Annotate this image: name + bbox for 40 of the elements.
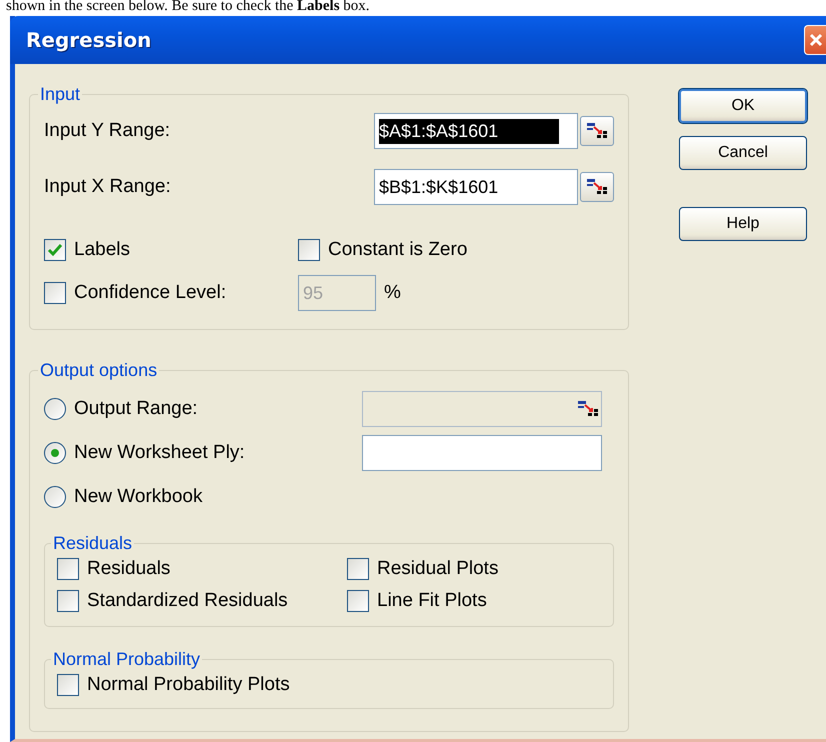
radio-button[interactable]	[44, 442, 66, 464]
window-title: Regression	[26, 28, 152, 52]
dialog-button[interactable]: OK	[679, 89, 807, 123]
field-label: Input Y Range:	[44, 120, 172, 142]
checkbox-label: Standardized Residuals	[87, 590, 288, 612]
checkbox[interactable]	[57, 558, 79, 580]
percent-label: %	[384, 282, 402, 304]
dialog-button[interactable]: Help	[679, 207, 807, 241]
group-legend: Residuals	[51, 533, 134, 554]
radio-button[interactable]	[44, 486, 66, 508]
checkbox-label: Normal Probability Plots	[87, 674, 290, 696]
radio-label: Output Range:	[74, 398, 198, 420]
range-selector-icon[interactable]	[586, 178, 608, 196]
range-field[interactable]: $A$1:$A$1601	[374, 113, 578, 149]
text-field[interactable]	[362, 435, 602, 471]
checkbox-label: Line Fit Plots	[377, 590, 487, 612]
close-icon	[808, 32, 824, 48]
checkbox[interactable]	[347, 558, 369, 580]
range-picker-button[interactable]	[580, 172, 614, 202]
radio-label: New Workbook	[74, 486, 202, 508]
range-field[interactable]: $B$1:$K$1601	[374, 169, 578, 205]
checkbox[interactable]	[347, 590, 369, 612]
group-legend: Normal Probability	[51, 649, 202, 670]
checkbox-label: Residuals	[87, 558, 170, 580]
dialog-button[interactable]: Cancel	[679, 136, 807, 170]
checkbox-label: Labels	[74, 239, 130, 261]
range-picker-button[interactable]	[580, 116, 614, 146]
radio-label: New Worksheet Ply:	[74, 442, 245, 464]
checkbox-label: Residual Plots	[377, 558, 498, 580]
checkbox[interactable]	[298, 239, 320, 261]
group-legend: Input	[38, 84, 82, 105]
checkbox[interactable]	[57, 674, 79, 696]
checkbox-label: Confidence Level:	[74, 282, 226, 304]
checkbox[interactable]	[44, 239, 66, 261]
close-button[interactable]	[804, 25, 826, 55]
field-label: Input X Range:	[44, 176, 172, 198]
checkbox[interactable]	[57, 590, 79, 612]
range-selector-icon[interactable]	[586, 122, 608, 140]
checkbox-label: Constant is Zero	[328, 239, 468, 261]
group-legend: Output options	[38, 360, 160, 381]
